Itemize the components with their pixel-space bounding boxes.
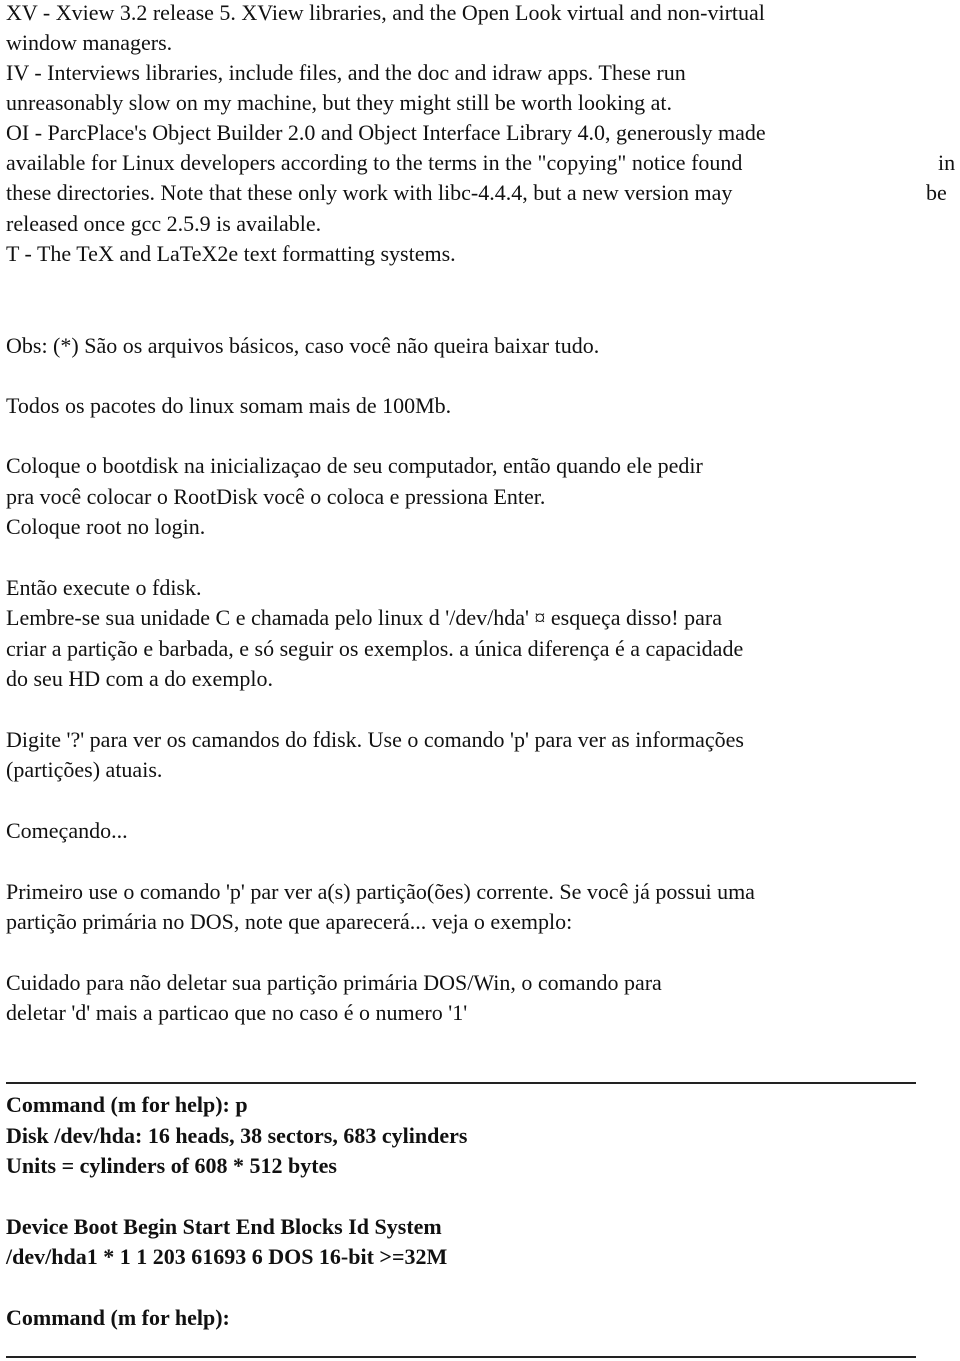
text-line: unreasonably slow on my machine, but the…	[6, 90, 673, 115]
text-line: Digite '?' para ver os camandos do fdisk…	[6, 727, 744, 752]
text-line: partição primária no DOS, note que apare…	[6, 909, 573, 934]
text-line: released once gcc 2.5.9 is available.	[6, 211, 322, 236]
text-line: Primeiro use o comando 'p' par ver a(s) …	[6, 879, 755, 904]
text-line: criar a partição e barbada, e só seguir …	[6, 636, 744, 661]
text-line: available for Linux developers according…	[6, 150, 743, 175]
terminal-disk-info: Disk /dev/hda: 16 heads, 38 sectors, 683…	[6, 1123, 468, 1148]
text-line: Cuidado para não deletar sua partição pr…	[6, 970, 662, 995]
text-line: (partições) atuais.	[6, 757, 163, 782]
text-line: deletar 'd' mais a particao que no caso …	[6, 1000, 468, 1025]
text-line: Então execute o fdisk.	[6, 575, 202, 600]
terminal-command-prompt: Command (m for help):	[6, 1305, 230, 1330]
text-line: Começando...	[6, 818, 128, 843]
terminal-command-line: Command (m for help): p	[6, 1092, 248, 1117]
text-line: IV - Interviews libraries, include files…	[6, 60, 686, 85]
text-line: Coloque o bootdisk na inicializaçao de s…	[6, 453, 703, 478]
partition-table-row: /dev/hda1 * 1 1 203 61693 6 DOS 16-bit >…	[6, 1244, 448, 1269]
text-line: do seu HD com a do exemplo.	[6, 666, 273, 691]
text-line: T - The TeX and LaTeX2e text formatting …	[6, 241, 456, 266]
terminal-units: Units = cylinders of 608 * 512 bytes	[6, 1153, 337, 1178]
text-word-be: be	[926, 180, 947, 205]
text-word-in: in	[938, 150, 956, 175]
text-line: XV - Xview 3.2 release 5. XView librarie…	[6, 0, 765, 25]
text-line: Todos os pacotes do linux somam mais de …	[6, 393, 452, 418]
partition-table-header: Device Boot Begin Start End Blocks Id Sy…	[6, 1214, 442, 1239]
text-line: window managers.	[6, 30, 173, 55]
text-line: these directories. Note that these only …	[6, 180, 733, 205]
text-line: Lembre-se sua unidade C e chamada pelo l…	[6, 605, 722, 630]
text-line: Coloque root no login.	[6, 514, 206, 539]
divider-bottom	[6, 1356, 916, 1358]
text-line: OI - ParcPlace's Object Builder 2.0 and …	[6, 120, 766, 145]
text-line: pra você colocar o RootDisk você o coloc…	[6, 484, 546, 509]
obs-note: Obs: (*) São os arquivos básicos, caso v…	[6, 333, 600, 358]
divider-top	[6, 1082, 916, 1084]
